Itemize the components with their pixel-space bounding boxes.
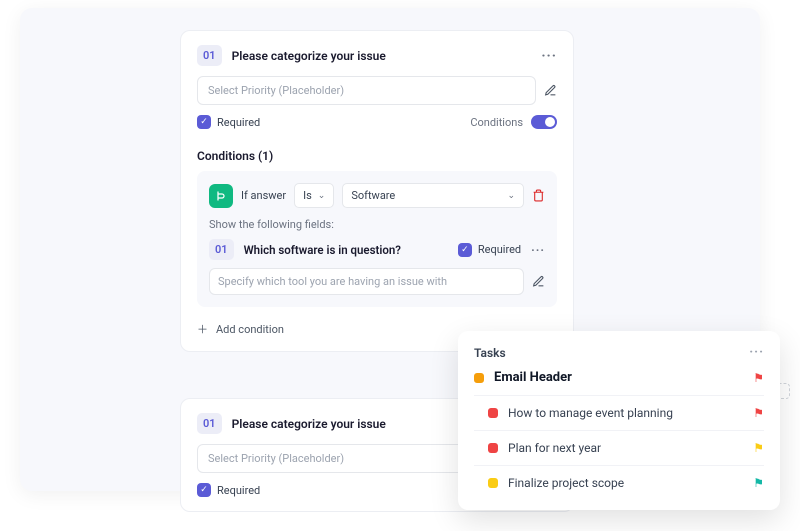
task-status-square [474,373,484,383]
task-label: Email Header [494,370,743,385]
condition-value-select[interactable]: Software ⌄ [342,183,524,208]
conditions-toggle-row: Conditions [470,115,557,129]
question-title: Please categorize your issue [232,49,532,63]
sub-required-checkbox-row[interactable]: ✓ Required [458,243,521,257]
trash-icon[interactable] [532,189,545,202]
sub-question-title: Which software is in question? [244,243,448,257]
sub-required-label: Required [478,243,521,256]
conditions-section-title: Conditions (1) [197,149,557,163]
task-label: Plan for next year [508,441,743,455]
task-list: Email Header⚑How to manage event plannin… [474,360,764,500]
tasks-header: Tasks ··· [474,345,764,360]
chevron-down-icon: ⌄ [318,191,326,201]
plus-icon: ＋ [197,321,208,337]
flag-icon[interactable]: ⚑ [753,406,764,420]
check-icon: ✓ [458,243,472,257]
more-icon[interactable]: ··· [531,243,545,257]
task-status-square [488,443,498,453]
tasks-panel: Tasks ··· Email Header⚑How to manage eve… [458,331,780,510]
pencil-icon[interactable] [532,275,545,288]
condition-rule-row: If answer Is ⌄ Software ⌄ [209,183,545,208]
chevron-down-icon: ⌄ [507,191,515,201]
required-label: Required [217,116,260,129]
question-number-badge: 01 [197,413,222,434]
pencil-icon[interactable] [544,84,557,97]
sub-question-input[interactable]: Specify which tool you are having an iss… [209,268,524,295]
condition-block: If answer Is ⌄ Software ⌄ Show the follo… [197,171,557,307]
task-row[interactable]: Finalize project scope ⚑ [474,465,764,500]
tasks-title: Tasks [474,346,506,360]
sub-question-number-badge: 01 [209,239,234,260]
question-header: 01 Please categorize your issue ··· [197,45,557,66]
condition-value: Software [351,189,395,202]
flag-icon[interactable]: ⚑ [753,371,764,385]
task-row[interactable]: Email Header ⚑ [474,360,764,395]
sub-question-input-row: Specify which tool you are having an iss… [209,268,545,295]
form-card-1: 01 Please categorize your issue ··· Sele… [180,30,574,352]
priority-select[interactable]: Select Priority (Placeholder) [197,76,536,105]
operator-select[interactable]: Is ⌄ [294,183,334,208]
priority-select-row: Select Priority (Placeholder) [197,76,557,105]
add-condition-label: Add condition [216,323,284,336]
more-icon[interactable]: ··· [541,48,557,64]
check-icon: ✓ [197,483,211,497]
conditions-toggle[interactable] [531,115,557,129]
required-checkbox-row[interactable]: ✓ Required [197,115,260,129]
task-row[interactable]: How to manage event planning ⚑ [474,395,764,430]
if-answer-label: If answer [241,189,286,202]
flag-icon[interactable]: ⚑ [753,476,764,490]
task-row[interactable]: Plan for next year ⚑ [474,430,764,465]
check-icon: ✓ [197,115,211,129]
flag-icon[interactable]: ⚑ [753,441,764,455]
required-label: Required [217,484,260,497]
condition-icon [209,184,233,208]
required-checkbox-row[interactable]: ✓ Required [197,483,260,497]
task-label: Finalize project scope [508,476,743,490]
sub-question-row: 01 Which software is in question? ✓ Requ… [209,239,545,260]
task-label: How to manage event planning [508,406,743,420]
options-row: ✓ Required Conditions [197,115,557,129]
operator-value: Is [303,189,312,202]
conditions-label: Conditions [470,116,523,129]
task-status-square [488,408,498,418]
more-icon[interactable]: ··· [749,345,764,360]
show-fields-label: Show the following fields: [209,218,545,231]
task-status-square [488,478,498,488]
question-number-badge: 01 [197,45,222,66]
